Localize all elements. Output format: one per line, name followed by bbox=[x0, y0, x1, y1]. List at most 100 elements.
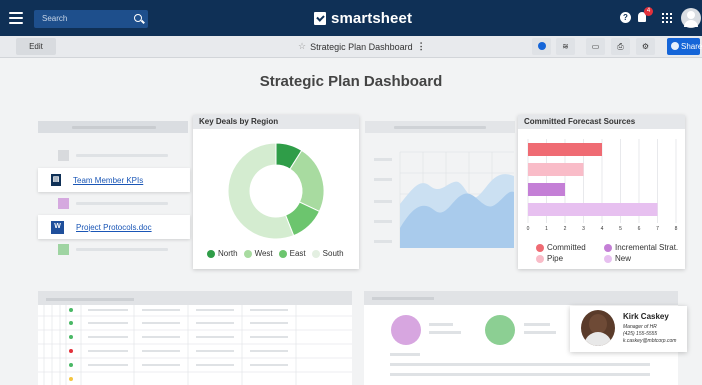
document-icon: ▤ bbox=[51, 174, 61, 186]
edit-button[interactable]: Edit bbox=[16, 38, 56, 55]
forecast-legend-item: Pipe bbox=[536, 254, 563, 263]
placeholder-square bbox=[58, 198, 69, 209]
x-tick-label: 6 bbox=[638, 226, 641, 232]
legend-swatch bbox=[604, 254, 612, 263]
legend-label: East bbox=[289, 249, 306, 258]
profile-avatar-placeholder bbox=[485, 315, 515, 345]
profile-avatar-placeholder bbox=[391, 315, 421, 345]
contact-phone: (425) 155-5555 bbox=[623, 331, 658, 337]
brand-name: smartsheet bbox=[331, 10, 413, 27]
placeholder-line bbox=[76, 202, 168, 205]
search-placeholder: Search bbox=[42, 14, 68, 23]
forecast-widget: Committed Forecast Sources 0 1 2 3 4 5 6 7 8 Com… bbox=[518, 115, 685, 269]
link-label[interactable]: Project Protocols.doc bbox=[76, 223, 152, 232]
help-icon[interactable]: ? bbox=[620, 12, 631, 23]
app-launcher-icon[interactable] bbox=[662, 13, 672, 23]
dashboard-toolbar: Edit ☆ Strategic Plan Dashboard ⋮ ≋ ▭ ⎙ … bbox=[0, 36, 702, 58]
placeholder-line bbox=[76, 154, 168, 157]
search-input[interactable]: Search bbox=[34, 10, 148, 28]
bar-new[interactable] bbox=[528, 203, 658, 216]
key-deals-legend: North West East South bbox=[207, 249, 344, 258]
placeholder-line bbox=[394, 126, 486, 129]
contact-name: Kirk Caskey bbox=[623, 312, 669, 321]
forecast-legend-item: Committed bbox=[536, 243, 586, 252]
link-team-member-kpis[interactable]: ▤ Team Member KPIs bbox=[38, 168, 190, 192]
user-avatar[interactable] bbox=[681, 8, 701, 28]
legend-label: South bbox=[322, 249, 344, 258]
legend-label: Incremental Strat. bbox=[615, 243, 679, 252]
x-tick-label: 8 bbox=[675, 226, 678, 232]
placeholder-line bbox=[429, 323, 453, 326]
sheet-title-area: ☆ Strategic Plan Dashboard ⋮ bbox=[298, 41, 426, 52]
contact-email: k.caskey@mbtcorp.com bbox=[623, 338, 677, 344]
x-tick-label: 5 bbox=[619, 226, 622, 232]
x-tick-label: 1 bbox=[545, 226, 548, 232]
x-tick-label: 4 bbox=[601, 226, 604, 232]
search-icon[interactable] bbox=[134, 14, 142, 22]
link-project-protocols[interactable]: W Project Protocols.doc bbox=[38, 215, 190, 239]
bar-incremental-strat-[interactable] bbox=[528, 183, 565, 196]
forecast-legend-item: Incremental Strat. bbox=[604, 243, 678, 252]
forecast-legend-item: New bbox=[604, 254, 631, 263]
x-tick-label: 3 bbox=[582, 226, 585, 232]
contact-card[interactable]: Kirk Caskey Manager of HR (425) 155-5555… bbox=[570, 306, 687, 352]
grid-lines bbox=[38, 305, 352, 385]
legend-label: New bbox=[615, 254, 632, 263]
grid-placeholder bbox=[38, 291, 352, 385]
legend-swatch bbox=[243, 249, 252, 258]
contact-photo bbox=[581, 310, 615, 346]
placeholder-line bbox=[372, 297, 434, 300]
x-tick-label: 7 bbox=[656, 226, 659, 232]
forecast-bar-chart: 0 1 2 3 4 5 6 7 8 bbox=[527, 139, 678, 232]
settings-icon[interactable]: ⚙ bbox=[636, 38, 655, 55]
placeholder-line bbox=[46, 298, 134, 301]
placeholder-line bbox=[76, 248, 168, 251]
legend-swatch bbox=[604, 243, 612, 252]
legend-swatch bbox=[278, 249, 287, 258]
area-chart-placeholder bbox=[374, 151, 514, 248]
bar-committed[interactable] bbox=[528, 143, 602, 156]
widget-title: Key Deals by Region bbox=[193, 115, 359, 129]
brand-logo: smartsheet bbox=[314, 10, 412, 27]
sheet-title: Strategic Plan Dashboard bbox=[310, 41, 413, 52]
x-tick-label: 2 bbox=[564, 226, 567, 232]
more-options-icon[interactable]: ⋮ bbox=[417, 41, 426, 52]
placeholder-line bbox=[429, 331, 461, 334]
key-deals-widget: Key Deals by Region North West East Sout… bbox=[193, 115, 359, 269]
contact-role: Manager of HR bbox=[623, 324, 657, 330]
word-icon: W bbox=[51, 220, 64, 234]
legend-label: Pipe bbox=[547, 254, 564, 263]
placeholder-line bbox=[390, 353, 420, 356]
activity-icon[interactable]: ≋ bbox=[556, 38, 575, 55]
placeholder-line bbox=[524, 323, 550, 326]
link-label[interactable]: Team Member KPIs bbox=[73, 176, 143, 185]
placeholder-line bbox=[524, 331, 556, 334]
x-tick-label: 0 bbox=[527, 226, 530, 232]
legend-label: Committed bbox=[547, 243, 586, 252]
top-nav-bar: Search smartsheet ? 4 bbox=[0, 0, 702, 36]
placeholder-line bbox=[390, 373, 650, 376]
widget-title: Committed Forecast Sources bbox=[518, 115, 685, 129]
share-button[interactable]: Share bbox=[667, 38, 702, 55]
legend-swatch bbox=[536, 254, 544, 263]
legend-label: North bbox=[218, 249, 238, 258]
bar-pipe[interactable] bbox=[528, 163, 584, 176]
globe-icon[interactable] bbox=[532, 38, 551, 55]
dashboard-title: Strategic Plan Dashboard bbox=[259, 73, 443, 90]
legend-label: West bbox=[254, 249, 273, 258]
legend-swatch bbox=[311, 249, 320, 258]
smartsheet-logo-icon bbox=[314, 12, 326, 25]
favorite-star-icon[interactable]: ☆ bbox=[298, 41, 306, 52]
presentation-icon[interactable]: ▭ bbox=[586, 38, 605, 55]
legend-swatch bbox=[207, 249, 215, 258]
legend-swatch bbox=[536, 243, 544, 252]
placeholder-line bbox=[390, 363, 650, 366]
placeholder-line bbox=[72, 126, 156, 129]
placeholder-square bbox=[58, 244, 69, 255]
placeholder-square bbox=[58, 150, 69, 161]
share-label: Share bbox=[681, 42, 702, 51]
menu-icon[interactable] bbox=[9, 12, 23, 24]
print-icon[interactable]: ⎙ bbox=[611, 38, 630, 55]
donut-chart bbox=[227, 142, 325, 240]
notification-badge: 4 bbox=[644, 7, 653, 16]
